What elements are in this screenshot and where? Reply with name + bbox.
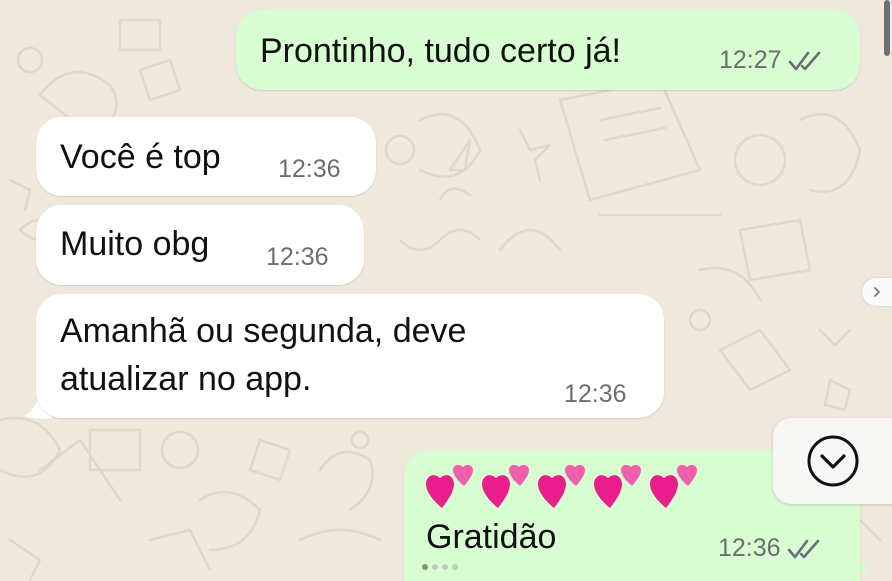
message-meta: 12:36 [718, 534, 821, 563]
two-hearts-icon [650, 464, 697, 508]
two-hearts-emoji-row [426, 462, 702, 518]
message-time: 12:36 [718, 534, 781, 562]
side-expand-button[interactable] [862, 278, 892, 306]
outgoing-message-bubble[interactable]: Prontinho, tudo certo já! 12:27 [236, 10, 860, 90]
page-dot [442, 564, 448, 570]
message-text: Muito obg [60, 225, 210, 263]
message-text-line-2: atualizar no app. [60, 360, 312, 398]
page-dots [422, 564, 458, 570]
message-time: 12:36 [564, 380, 627, 408]
message-meta: 12:27 [719, 46, 822, 75]
message-time: 12:36 [266, 243, 329, 271]
two-hearts-icon [538, 464, 585, 508]
incoming-message-bubble[interactable]: Você é top 12:36 [36, 117, 376, 196]
message-time: 12:27 [719, 46, 782, 74]
message-text: Prontinho, tudo certo já! [260, 32, 622, 70]
message-time: 12:36 [278, 155, 341, 183]
two-hearts-icon [594, 464, 641, 508]
double-check-icon [788, 51, 820, 70]
scroll-to-bottom-button[interactable] [773, 418, 892, 504]
two-hearts-icon [426, 464, 473, 508]
two-hearts-icon [482, 464, 529, 508]
message-text-line-1: Amanhã ou segunda, deve [60, 312, 467, 350]
page-dot [422, 564, 428, 570]
chevron-down-circle-icon [807, 435, 858, 487]
incoming-message-bubble[interactable]: Muito obg 12:36 [36, 205, 364, 285]
chevron-right-icon [874, 287, 880, 297]
page-dot [432, 564, 438, 570]
double-check-icon [787, 539, 819, 558]
incoming-message-bubble[interactable]: Amanhã ou segunda, deve atualizar no app… [36, 294, 664, 418]
message-text: Você é top [60, 138, 221, 176]
message-text: Gratidão [426, 518, 557, 556]
page-dot [452, 564, 458, 570]
scrollbar[interactable] [884, 0, 890, 56]
